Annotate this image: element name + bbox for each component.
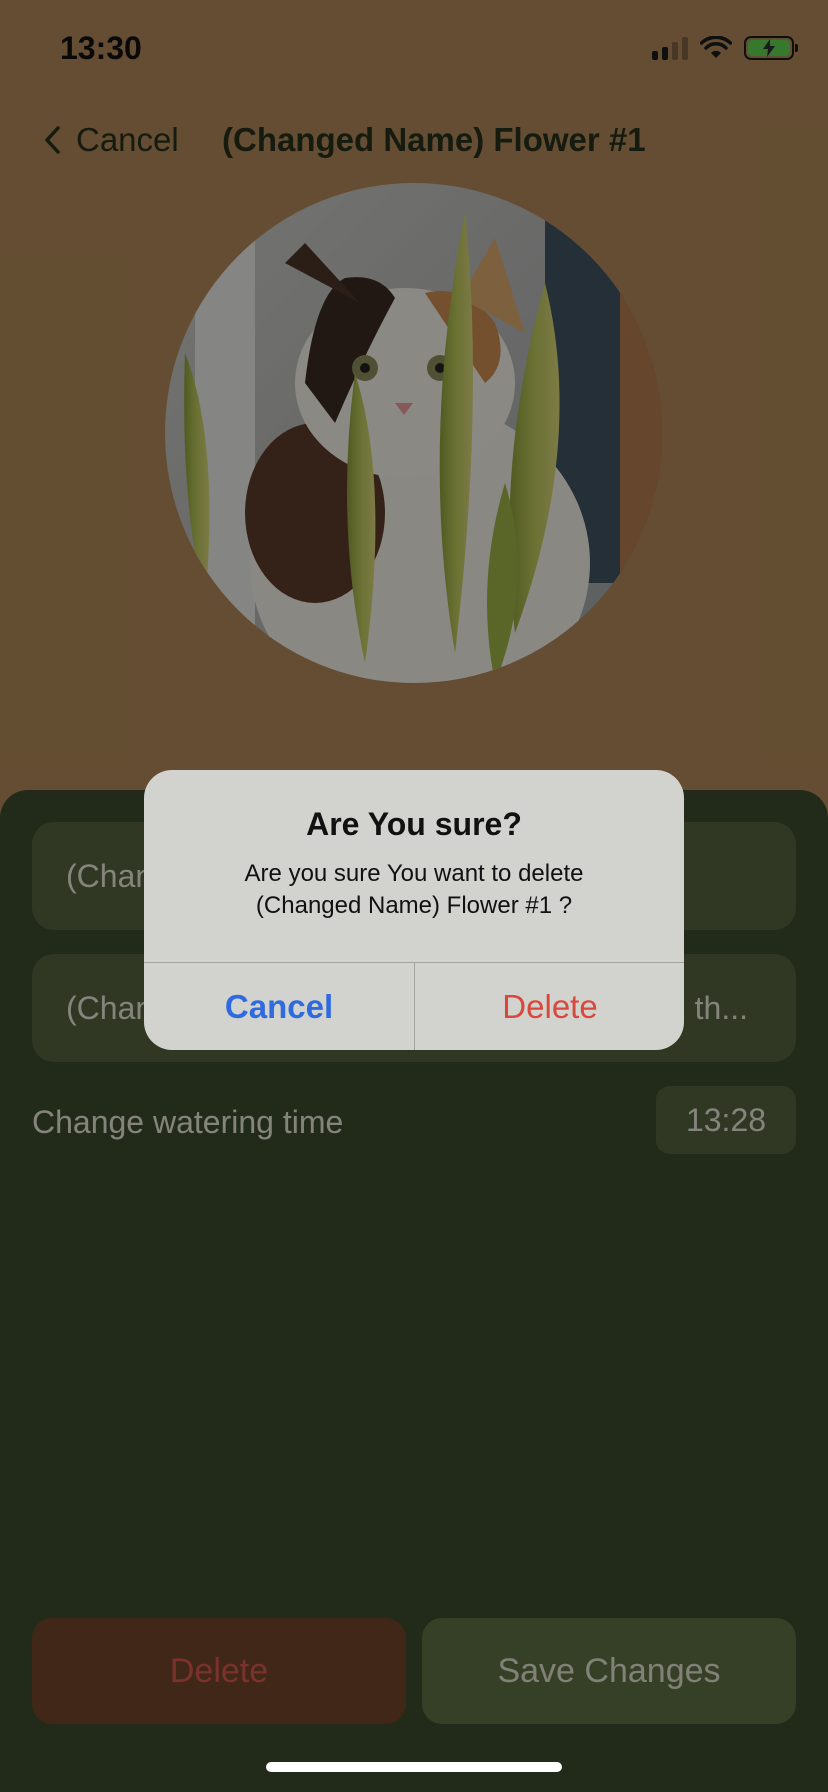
home-indicator bbox=[266, 1762, 562, 1772]
alert-delete-button[interactable]: Delete bbox=[415, 963, 684, 1050]
alert-title: Are You sure? bbox=[306, 806, 522, 842]
alert-message-line-1: Are you sure You want to delete bbox=[244, 860, 584, 887]
delete-confirmation-alert: Are You sure? Are you sure You want to d… bbox=[144, 770, 684, 1050]
alert-cancel-button[interactable]: Cancel bbox=[144, 963, 414, 1050]
alert-message-line-2: (Changed Name) Flower #1 ? bbox=[255, 892, 573, 919]
alert-message: Are you sure You want to delete (Changed… bbox=[174, 858, 654, 922]
